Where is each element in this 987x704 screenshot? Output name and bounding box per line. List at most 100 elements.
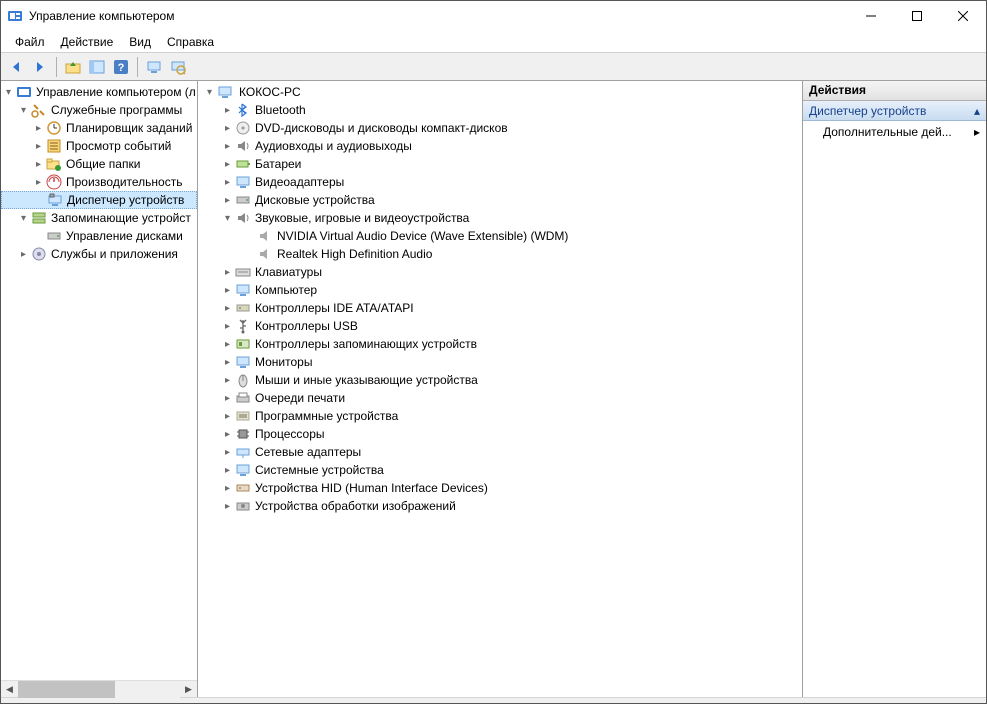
- devices-icon[interactable]: [143, 56, 165, 78]
- device-category-monitors[interactable]: ▸Мониторы: [198, 353, 802, 371]
- help-icon[interactable]: ?: [110, 56, 132, 78]
- device-category-disk[interactable]: ▸Дисковые устройства: [198, 191, 802, 209]
- device-category-mice[interactable]: ▸Мыши и иные указывающие устройства: [198, 371, 802, 389]
- twisty-icon[interactable]: ▸: [220, 317, 235, 335]
- scroll-left-icon[interactable]: ◀: [1, 681, 18, 698]
- tools-icon: [31, 102, 47, 118]
- device-tree-pane[interactable]: ▾ КОКОС-PC ▸Bluetooth▸DVD-дисководы и ди…: [198, 81, 803, 697]
- twisty-icon[interactable]: ▸: [220, 335, 235, 353]
- twisty-icon[interactable]: ▸: [31, 137, 46, 155]
- twisty-icon[interactable]: ▸: [220, 101, 235, 119]
- twisty-icon[interactable]: ▸: [220, 461, 235, 479]
- up-folder-icon[interactable]: [62, 56, 84, 78]
- menu-help[interactable]: Справка: [159, 33, 222, 51]
- device-category-usb[interactable]: ▸Контроллеры USB: [198, 317, 802, 335]
- twisty-icon[interactable]: ▸: [220, 353, 235, 371]
- menubar: Файл Действие Вид Справка: [1, 31, 986, 53]
- twisty-icon[interactable]: ▸: [220, 119, 235, 137]
- twisty-icon[interactable]: ▸: [31, 173, 46, 191]
- twisty-icon[interactable]: ▾: [16, 101, 31, 119]
- device-root[interactable]: КОКОС-PC: [237, 85, 303, 99]
- menu-file[interactable]: Файл: [7, 33, 53, 51]
- menu-view[interactable]: Вид: [121, 33, 159, 51]
- device-category-storage_ctrl[interactable]: ▸Контроллеры запоминающих устройств: [198, 335, 802, 353]
- twisty-icon[interactable]: ▸: [220, 479, 235, 497]
- twisty-icon[interactable]: ▸: [220, 191, 235, 209]
- actions-more[interactable]: Дополнительные дей... ▸: [803, 121, 986, 143]
- device-category-ide[interactable]: ▸Контроллеры IDE ATA/ATAPI: [198, 299, 802, 317]
- console-tree[interactable]: ▾ Управление компьютером (л ▾ Служебные …: [1, 81, 197, 680]
- twisty-icon[interactable]: ▸: [220, 425, 235, 443]
- back-button[interactable]: [5, 56, 27, 78]
- device-item-realtek[interactable]: ▸Realtek High Definition Audio: [198, 245, 802, 263]
- twisty-icon[interactable]: ▸: [220, 263, 235, 281]
- actions-section[interactable]: Диспетчер устройств ▴: [803, 101, 986, 121]
- device-category-print_queues-icon: [235, 390, 251, 406]
- device-category-audio_io-label: Аудиовходы и аудиовыходы: [255, 139, 412, 153]
- menu-action[interactable]: Действие: [53, 33, 122, 51]
- device-category-ide-icon: [235, 300, 251, 316]
- device-category-net-label: Сетевые адаптеры: [255, 445, 361, 459]
- twisty-icon[interactable]: ▸: [220, 137, 235, 155]
- collapse-icon[interactable]: ▴: [974, 104, 980, 118]
- device-category-bluetooth[interactable]: ▸Bluetooth: [198, 101, 802, 119]
- left-horizontal-scrollbar[interactable]: ◀ ▶: [1, 680, 197, 697]
- twisty-icon[interactable]: ▸: [220, 497, 235, 515]
- device-category-audio_io[interactable]: ▸ Аудиовходы и аудиовыходы: [198, 137, 802, 155]
- twisty-icon[interactable]: ▾: [220, 209, 235, 227]
- tree-item-shared-folders[interactable]: Общие папки: [66, 157, 140, 171]
- twisty-icon[interactable]: ▸: [31, 119, 46, 137]
- device-category-imaging[interactable]: ▸Устройства обработки изображений: [198, 497, 802, 515]
- device-category-bluetooth-icon: [235, 102, 251, 118]
- device-category-video-label: Видеоадаптеры: [255, 175, 344, 189]
- show-hide-tree-icon[interactable]: [86, 56, 108, 78]
- tree-item-performance[interactable]: Производительность: [66, 175, 182, 189]
- tree-item-storage[interactable]: Запоминающие устройст: [51, 211, 191, 225]
- device-category-dvd[interactable]: ▸DVD-дисководы и дисководы компакт-диско…: [198, 119, 802, 137]
- scroll-right-icon[interactable]: ▶: [180, 681, 197, 698]
- twisty-icon[interactable]: ▸: [220, 371, 235, 389]
- twisty-icon[interactable]: ▸: [220, 281, 235, 299]
- maximize-button[interactable]: [894, 1, 940, 31]
- twisty-icon[interactable]: ▸: [220, 173, 235, 191]
- device-category-sys_dev-icon: [235, 462, 251, 478]
- device-item-nvidia[interactable]: ▸NVIDIA Virtual Audio Device (Wave Exten…: [198, 227, 802, 245]
- device-category-hid-label: Устройства HID (Human Interface Devices): [255, 481, 488, 495]
- device-category-computer[interactable]: ▸Компьютер: [198, 281, 802, 299]
- twisty-icon[interactable]: ▾: [1, 83, 16, 101]
- twisty-icon[interactable]: ▸: [220, 155, 235, 173]
- forward-button[interactable]: [29, 56, 51, 78]
- twisty-icon[interactable]: ▸: [220, 299, 235, 317]
- twisty-icon[interactable]: ▾: [16, 209, 31, 227]
- close-button[interactable]: [940, 1, 986, 31]
- app-icon: [7, 8, 23, 24]
- tree-item-task-scheduler[interactable]: Планировщик заданий: [66, 121, 192, 135]
- twisty-icon[interactable]: ▸: [220, 389, 235, 407]
- device-category-keyboards[interactable]: ▸Клавиатуры: [198, 263, 802, 281]
- device-category-batteries[interactable]: ▸Батареи: [198, 155, 802, 173]
- device-category-soft_dev[interactable]: ▸Программные устройства: [198, 407, 802, 425]
- tree-item-root[interactable]: Управление компьютером (л: [36, 85, 196, 99]
- chevron-right-icon: ▸: [974, 125, 980, 139]
- twisty-icon[interactable]: ▸: [31, 155, 46, 173]
- twisty-icon[interactable]: ▸: [220, 407, 235, 425]
- tree-item-device-manager[interactable]: Диспетчер устройств: [67, 193, 184, 207]
- device-category-sys_dev[interactable]: ▸Системные устройства: [198, 461, 802, 479]
- tree-item-disk-management[interactable]: Управление дисками: [66, 229, 183, 243]
- twisty-icon[interactable]: ▸: [220, 443, 235, 461]
- device-category-sound[interactable]: ▾Звуковые, игровые и видеоустройства: [198, 209, 802, 227]
- device-category-print_queues[interactable]: ▸Очереди печати: [198, 389, 802, 407]
- device-category-video[interactable]: ▸ Видеоадаптеры: [198, 173, 802, 191]
- device-category-net[interactable]: ▸ Сетевые адаптеры: [198, 443, 802, 461]
- device-category-hid-icon: [235, 480, 251, 496]
- twisty-icon[interactable]: ▾: [202, 83, 217, 101]
- device-category-cpu[interactable]: ▸Процессоры: [198, 425, 802, 443]
- scan-icon[interactable]: [167, 56, 189, 78]
- tree-item-services[interactable]: Службы и приложения: [51, 247, 178, 261]
- tree-item-event-viewer[interactable]: Просмотр событий: [66, 139, 171, 153]
- device-category-video-icon: [235, 174, 251, 190]
- device-category-hid[interactable]: ▸ Устройства HID (Human Interface Devices…: [198, 479, 802, 497]
- minimize-button[interactable]: [848, 1, 894, 31]
- twisty-icon[interactable]: ▸: [16, 245, 31, 263]
- tree-item-system-tools[interactable]: Служебные программы: [51, 103, 182, 117]
